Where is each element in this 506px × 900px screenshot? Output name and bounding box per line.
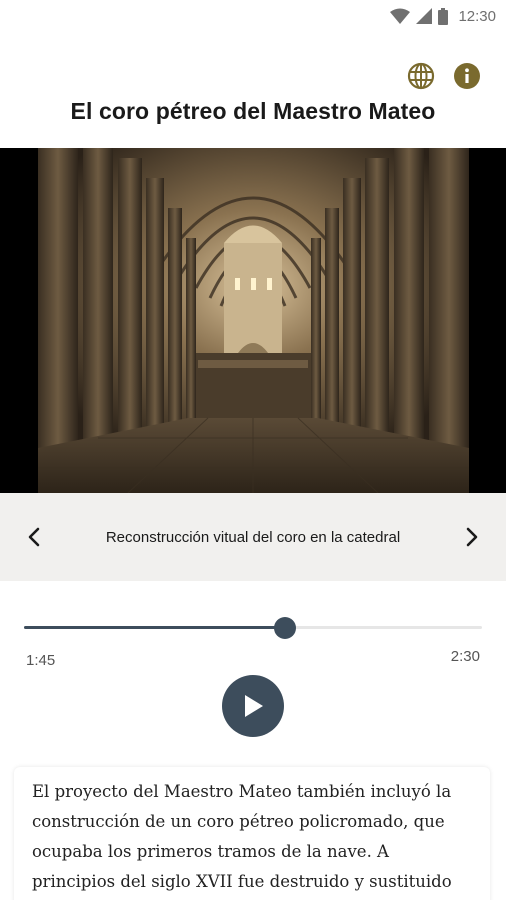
current-time: 1:45 — [26, 652, 56, 669]
status-time: 12:30 — [458, 7, 496, 25]
media-viewer[interactable] — [0, 148, 506, 493]
play-button[interactable] — [222, 675, 284, 737]
signal-icon — [416, 8, 433, 24]
audio-progress-slider[interactable] — [24, 617, 482, 639]
chevron-right-icon[interactable] — [458, 523, 486, 551]
cathedral-image — [38, 148, 469, 493]
progress-thumb[interactable] — [274, 617, 297, 639]
header-actions — [406, 61, 482, 91]
status-bar: 12:30 — [0, 0, 506, 32]
info-icon[interactable] — [452, 61, 482, 91]
description-card: El proyecto del Maestro Mateo también in… — [14, 767, 490, 900]
battery-icon — [438, 7, 449, 25]
status-icons: 12:30 — [390, 6, 496, 26]
page-title: El coro pétreo del Maestro Mateo — [70, 98, 436, 124]
wifi-icon — [390, 8, 411, 24]
description-text: El proyecto del Maestro Mateo también in… — [32, 782, 452, 891]
progress-fill — [24, 626, 286, 629]
total-time: 2:30 — [450, 648, 480, 665]
media-caption: Reconstrucción vitual del coro en la cat… — [105, 529, 401, 546]
chevron-left-icon[interactable] — [20, 523, 48, 551]
play-icon — [245, 695, 263, 717]
caption-bar: Reconstrucción vitual del coro en la cat… — [0, 493, 506, 581]
globe-icon[interactable] — [406, 61, 436, 91]
